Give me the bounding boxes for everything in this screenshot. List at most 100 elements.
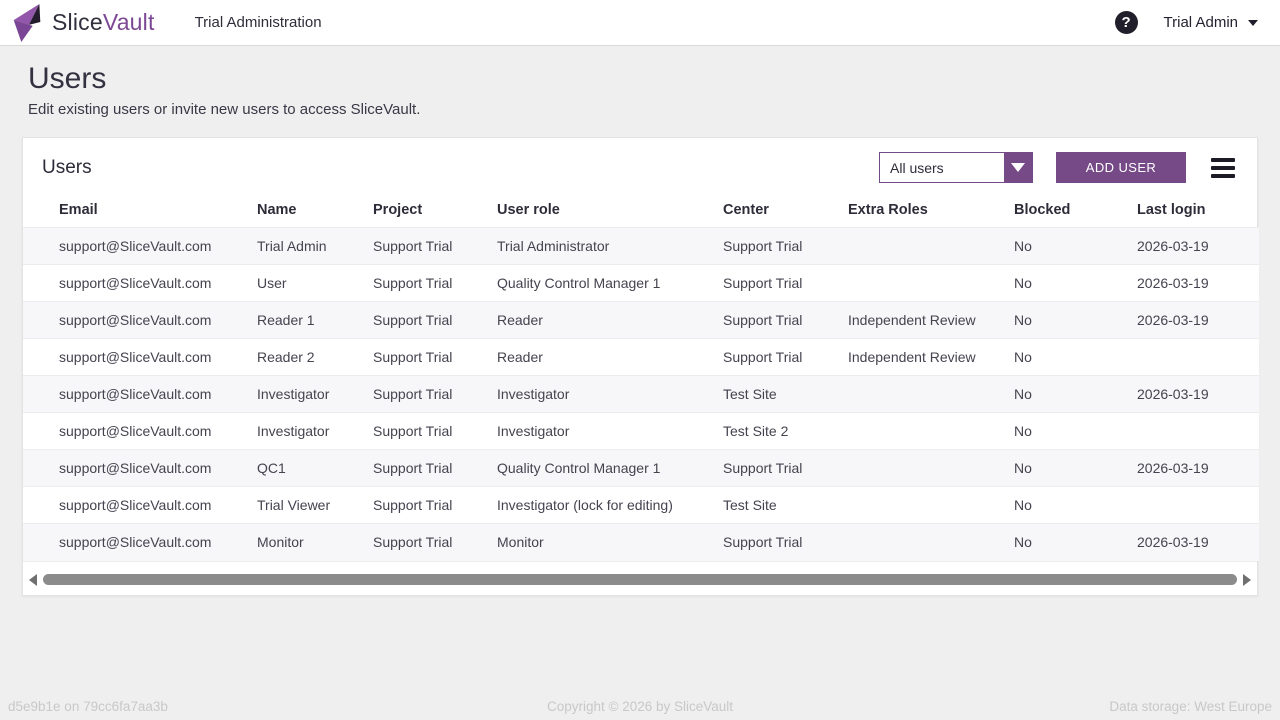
cell-center: Test Site 2 — [723, 413, 848, 450]
brand-name-vault: Vault — [103, 9, 155, 35]
cell-extra-roles — [848, 376, 1014, 413]
users-card-header: Users All users ADD USER — [23, 138, 1257, 195]
page-footer: d5e9b1e on 79cc6fa7aa3b Copyright © 2026… — [0, 696, 1280, 720]
user-filter-select[interactable]: All users — [879, 152, 1033, 183]
cell-center: Support Trial — [723, 265, 848, 302]
table-menu-icon[interactable] — [1209, 156, 1237, 180]
cell-email: support@SliceVault.com — [23, 487, 257, 524]
cell-blocked: No — [1014, 339, 1137, 376]
cell-user-role: Investigator (lock for editing) — [497, 487, 723, 524]
users-table-body: support@SliceVault.comTrial AdminSupport… — [23, 228, 1259, 561]
column-header-name: Name — [257, 195, 373, 228]
scroll-left-icon[interactable] — [29, 574, 37, 586]
chevron-down-icon — [1248, 20, 1258, 26]
cell-blocked: No — [1014, 302, 1137, 339]
user-menu-label: Trial Admin — [1164, 14, 1238, 31]
cell-email: support@SliceVault.com — [23, 450, 257, 487]
brand-logo[interactable]: SliceVault — [8, 2, 155, 44]
brand-name: SliceVault — [52, 9, 155, 36]
cell-center: Test Site — [723, 376, 848, 413]
table-row[interactable]: support@SliceVault.comInvestigatorSuppor… — [23, 376, 1259, 413]
cell-center: Support Trial — [723, 339, 848, 376]
cell-project: Support Trial — [373, 524, 497, 561]
horizontal-scrollbar — [23, 561, 1257, 595]
column-header-project: Project — [373, 195, 497, 228]
cell-extra-roles — [848, 487, 1014, 524]
cell-name: Reader 2 — [257, 339, 373, 376]
cell-last-login — [1137, 487, 1259, 524]
cell-email: support@SliceVault.com — [23, 376, 257, 413]
cell-extra-roles — [848, 450, 1014, 487]
cell-project: Support Trial — [373, 487, 497, 524]
cell-blocked: No — [1014, 376, 1137, 413]
cell-user-role: Investigator — [497, 413, 723, 450]
cell-name: QC1 — [257, 450, 373, 487]
table-row[interactable]: support@SliceVault.comQC1Support TrialQu… — [23, 450, 1259, 487]
slicevault-logo-icon — [8, 2, 46, 44]
brand-name-slice: Slice — [52, 9, 103, 35]
section-title: Trial Administration — [195, 14, 322, 31]
user-menu-dropdown[interactable]: Trial Admin — [1164, 14, 1258, 31]
cell-project: Support Trial — [373, 339, 497, 376]
cell-last-login: 2026-03-19 — [1137, 450, 1259, 487]
scrollbar-thumb[interactable] — [43, 574, 1237, 585]
table-row[interactable]: support@SliceVault.comTrial ViewerSuppor… — [23, 487, 1259, 524]
cell-center: Support Trial — [723, 228, 848, 265]
cell-name: Investigator — [257, 376, 373, 413]
cell-name: Trial Admin — [257, 228, 373, 265]
dropdown-arrow-icon — [1011, 163, 1025, 172]
user-filter-dropdown-button[interactable] — [1004, 153, 1032, 182]
scroll-right-icon[interactable] — [1243, 574, 1251, 586]
table-row[interactable]: support@SliceVault.comReader 2Support Tr… — [23, 339, 1259, 376]
cell-blocked: No — [1014, 413, 1137, 450]
cell-user-role: Trial Administrator — [497, 228, 723, 265]
cell-project: Support Trial — [373, 413, 497, 450]
cell-name: Investigator — [257, 413, 373, 450]
cell-email: support@SliceVault.com — [23, 265, 257, 302]
page-title: Users — [28, 62, 1252, 96]
cell-extra-roles — [848, 413, 1014, 450]
cell-center: Support Trial — [723, 450, 848, 487]
cell-email: support@SliceVault.com — [23, 524, 257, 561]
cell-user-role: Monitor — [497, 524, 723, 561]
cell-project: Support Trial — [373, 450, 497, 487]
cell-user-role: Reader — [497, 339, 723, 376]
users-table: EmailNameProjectUser roleCenterExtra Rol… — [23, 195, 1259, 561]
table-row[interactable]: support@SliceVault.comInvestigatorSuppor… — [23, 413, 1259, 450]
cell-last-login: 2026-03-19 — [1137, 524, 1259, 561]
cell-project: Support Trial — [373, 376, 497, 413]
cell-email: support@SliceVault.com — [23, 413, 257, 450]
table-row[interactable]: support@SliceVault.comReader 1Support Tr… — [23, 302, 1259, 339]
cell-email: support@SliceVault.com — [23, 228, 257, 265]
cell-last-login — [1137, 339, 1259, 376]
cell-last-login: 2026-03-19 — [1137, 265, 1259, 302]
users-card: Users All users ADD USER EmailNameProjec… — [22, 137, 1258, 596]
cell-extra-roles: Independent Review — [848, 339, 1014, 376]
users-table-head-row: EmailNameProjectUser roleCenterExtra Rol… — [23, 195, 1259, 228]
table-row[interactable]: support@SliceVault.comUserSupport TrialQ… — [23, 265, 1259, 302]
cell-blocked: No — [1014, 487, 1137, 524]
table-row[interactable]: support@SliceVault.comTrial AdminSupport… — [23, 228, 1259, 265]
cell-blocked: No — [1014, 228, 1137, 265]
help-icon[interactable]: ? — [1115, 11, 1138, 34]
add-user-button[interactable]: ADD USER — [1056, 152, 1186, 183]
cell-center: Support Trial — [723, 524, 848, 561]
users-card-controls: All users ADD USER — [879, 152, 1243, 183]
column-header-extra-roles: Extra Roles — [848, 195, 1014, 228]
footer-build-info: d5e9b1e on 79cc6fa7aa3b — [8, 699, 428, 714]
cell-name: Reader 1 — [257, 302, 373, 339]
cell-blocked: No — [1014, 524, 1137, 561]
cell-project: Support Trial — [373, 228, 497, 265]
cell-extra-roles: Independent Review — [848, 302, 1014, 339]
cell-extra-roles — [848, 524, 1014, 561]
cell-user-role: Investigator — [497, 376, 723, 413]
page-head: Users Edit existing users or invite new … — [0, 46, 1280, 118]
table-row[interactable]: support@SliceVault.com MonitorSupport Tri… — [23, 524, 1259, 561]
cell-name: Trial Viewer — [257, 487, 373, 524]
cell-last-login — [1137, 413, 1259, 450]
users-card-title: Users — [42, 157, 92, 179]
cell-extra-roles — [848, 228, 1014, 265]
cell-user-role: Quality Control Manager 1 — [497, 450, 723, 487]
column-header-user-role: User role — [497, 195, 723, 228]
cell-extra-roles — [848, 265, 1014, 302]
